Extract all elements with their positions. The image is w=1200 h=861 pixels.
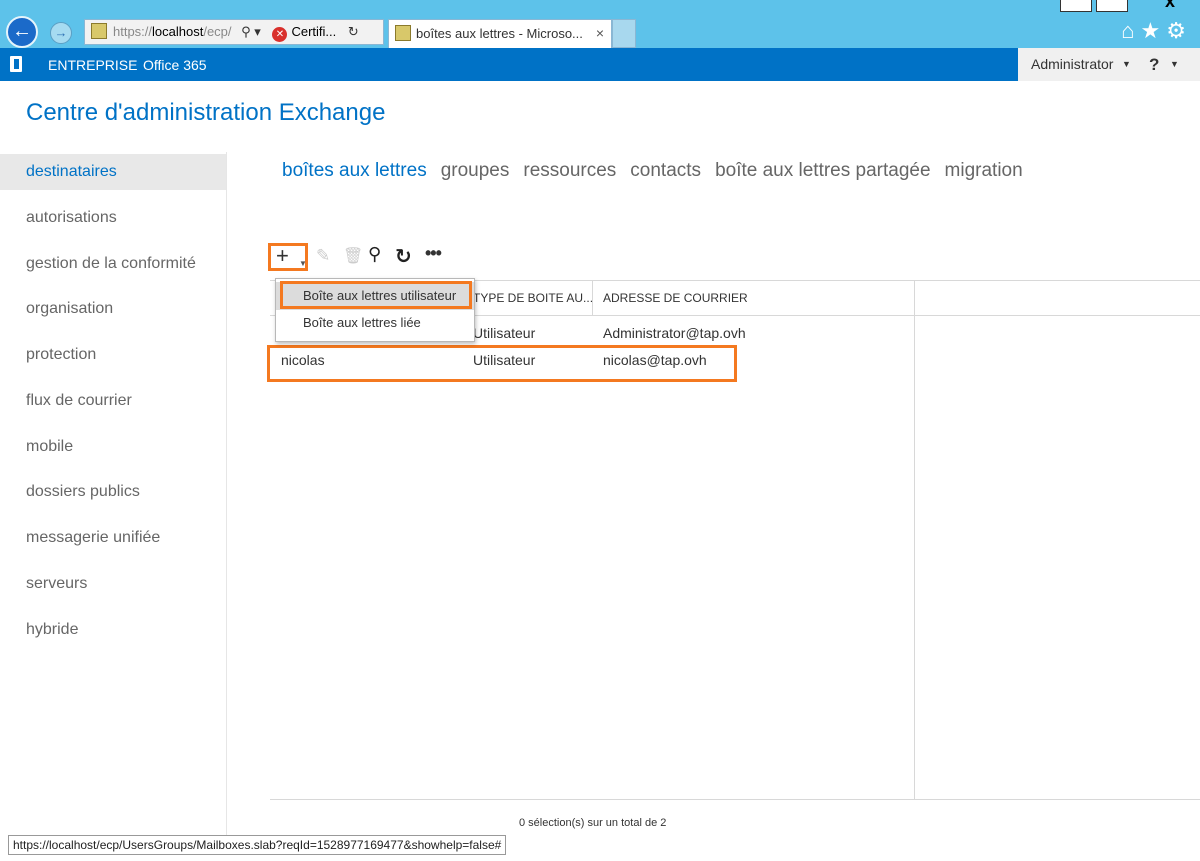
sidebar-item-dossiers-publics[interactable]: dossiers publics xyxy=(0,474,226,510)
cell-email: Administrator@tap.ovh xyxy=(603,325,746,341)
user-name[interactable]: Administrator xyxy=(1031,48,1113,81)
favorites-star-icon[interactable]: ★ xyxy=(1141,18,1167,43)
url-scheme: https:// xyxy=(113,24,153,39)
sidebar-item-mobile[interactable]: mobile xyxy=(0,429,226,465)
menu-item-linked-mailbox[interactable]: Boîte aux lettres liée xyxy=(276,309,474,337)
sidebar-item-messagerie-unifiee[interactable]: messagerie unifiée xyxy=(0,520,226,556)
browser-chrome: x ← → https://localhost/ecp/ ⚲ ▾ ✕ Certif… xyxy=(0,0,1200,48)
sidebar-item-conformite[interactable]: gestion de la conformité xyxy=(0,246,226,282)
plus-icon: + xyxy=(276,243,289,268)
close-window-button[interactable]: x xyxy=(1140,0,1200,12)
page-title: Centre d'administration Exchange xyxy=(26,99,386,126)
minimize-button[interactable] xyxy=(1060,0,1092,12)
subtabs: boîtes aux lettres groupes ressources conta… xyxy=(282,160,1037,182)
tab-migration[interactable]: migration xyxy=(945,160,1023,181)
forward-button[interactable]: → xyxy=(50,22,72,44)
sidebar-item-protection[interactable]: protection xyxy=(0,337,226,373)
trash-icon[interactable]: 🗑 xyxy=(343,246,363,266)
tab-favicon-icon xyxy=(395,25,411,41)
refresh-icon[interactable]: ↻ xyxy=(348,24,359,39)
certificate-error-icon[interactable]: ✕ xyxy=(272,27,288,42)
tab-ressources[interactable]: ressources xyxy=(523,160,616,181)
sidebar-divider xyxy=(226,152,227,842)
refresh-icon[interactable]: ↻ xyxy=(395,244,412,269)
tab-contacts[interactable]: contacts xyxy=(630,160,701,181)
maximize-button[interactable] xyxy=(1096,0,1128,12)
sidebar-item-hybride[interactable]: hybride xyxy=(0,612,226,648)
tab-groupes[interactable]: groupes xyxy=(441,160,510,181)
sidebar-item-flux-courrier[interactable]: flux de courrier xyxy=(0,383,226,419)
row-highlight-annotation xyxy=(267,345,737,382)
add-chevron-down-icon: ▼ xyxy=(299,259,307,268)
address-search-icon[interactable]: ⚲ ▾ xyxy=(241,20,261,44)
user-menu[interactable]: Administrator ▼ ? ▼ xyxy=(1018,48,1200,81)
url-path: /ecp/ xyxy=(203,24,232,39)
sidebar-item-organisation[interactable]: organisation xyxy=(0,291,226,327)
selection-count: 0 sélection(s) sur un total de 2 xyxy=(519,817,667,829)
search-icon[interactable]: ⚲ xyxy=(368,244,381,265)
menu-highlight-annotation xyxy=(280,281,472,309)
home-icon[interactable]: ⌂ xyxy=(1121,18,1140,43)
tab-boite-partagee[interactable]: boîte aux lettres partagée xyxy=(715,160,930,181)
back-button[interactable]: ← xyxy=(6,16,38,48)
user-chevron-down-icon[interactable]: ▼ xyxy=(1122,48,1131,81)
office-logo-icon[interactable] xyxy=(10,56,22,72)
add-button[interactable]: + ▼ xyxy=(268,243,308,271)
table-bottom-border xyxy=(270,799,1200,800)
status-bar-url: https://localhost/ecp/UsersGroups/Mailbo… xyxy=(8,835,507,855)
browser-tools: ⌂★⚙ xyxy=(1121,18,1192,44)
help-button[interactable]: ? xyxy=(1149,48,1159,81)
cell-type: Utilisateur xyxy=(473,325,536,341)
url-host: localhost xyxy=(152,24,204,39)
sidebar-item-serveurs[interactable]: serveurs xyxy=(0,566,226,602)
sidebar: destinataires autorisations gestion de l… xyxy=(0,152,226,842)
sidebar-item-autorisations[interactable]: autorisations xyxy=(0,200,226,236)
sidebar-item-destinataires[interactable]: destinataires xyxy=(0,154,226,190)
details-pane-divider xyxy=(914,280,915,800)
new-tab-button[interactable] xyxy=(612,19,636,48)
browser-tab[interactable]: boîtes aux lettres - Microso... × xyxy=(388,19,612,48)
help-chevron-down-icon[interactable]: ▼ xyxy=(1170,48,1179,81)
brand-link[interactable]: ENTREPRISE xyxy=(48,57,137,73)
column-header-email[interactable]: ADRESSE DE COURRIER xyxy=(603,291,748,305)
pencil-icon[interactable]: ✎ xyxy=(316,246,330,266)
tab-close-icon[interactable]: × xyxy=(596,20,604,47)
settings-gear-icon[interactable]: ⚙ xyxy=(1166,18,1192,43)
certificate-error-label[interactable]: Certifi... xyxy=(291,24,336,39)
address-bar[interactable]: https://localhost/ecp/ ⚲ ▾ ✕ Certifi... ↻ xyxy=(84,19,384,45)
office-header: ENTREPRISE Office 365 Administrator ▼ ? … xyxy=(0,48,1200,81)
tab-title: boîtes aux lettres - Microso... xyxy=(416,26,583,41)
tab-boites-aux-lettres[interactable]: boîtes aux lettres xyxy=(282,160,427,181)
page-favicon-icon xyxy=(91,23,107,39)
column-header-type[interactable]: TYPE DE BOITE AU... xyxy=(473,291,593,305)
office365-link[interactable]: Office 365 xyxy=(143,57,207,73)
ellipsis-icon[interactable]: ••• xyxy=(425,243,442,264)
